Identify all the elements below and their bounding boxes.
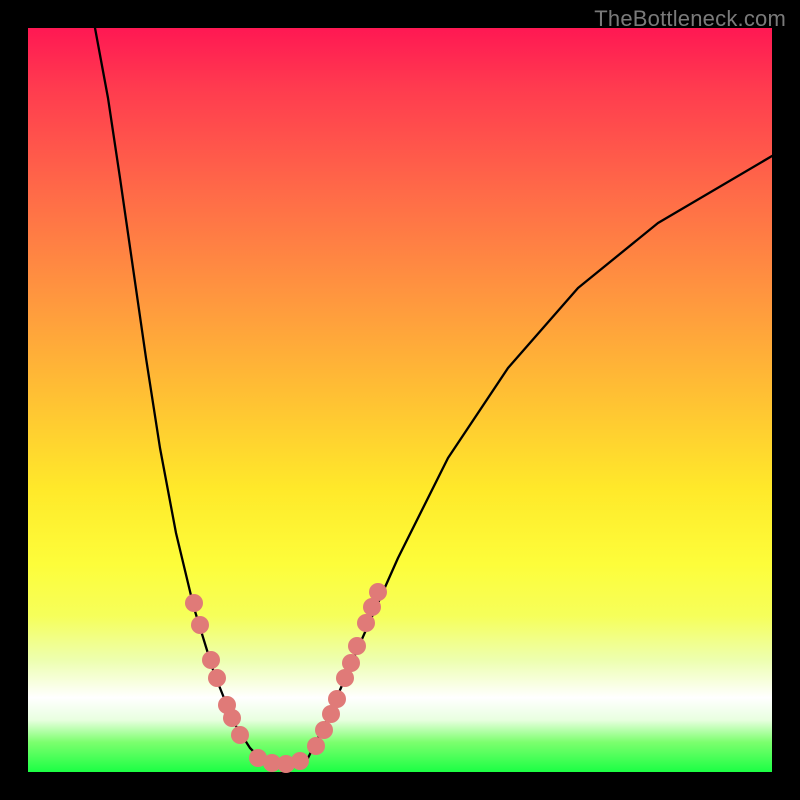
marker-dot: [369, 583, 387, 601]
marker-dot: [342, 654, 360, 672]
marker-dot: [223, 709, 241, 727]
plot-frame: [28, 28, 772, 772]
bottleneck-curve: [95, 28, 772, 766]
chart-container: TheBottleneck.com: [0, 0, 800, 800]
marker-dot: [202, 651, 220, 669]
marker-dot: [357, 614, 375, 632]
marker-group: [185, 583, 387, 773]
marker-dot: [185, 594, 203, 612]
curve-layer: [28, 28, 772, 772]
marker-dot: [348, 637, 366, 655]
marker-dot: [191, 616, 209, 634]
marker-dot: [208, 669, 226, 687]
marker-dot: [307, 737, 325, 755]
marker-dot: [328, 690, 346, 708]
marker-dot: [315, 721, 333, 739]
marker-dot: [291, 752, 309, 770]
marker-dot: [231, 726, 249, 744]
